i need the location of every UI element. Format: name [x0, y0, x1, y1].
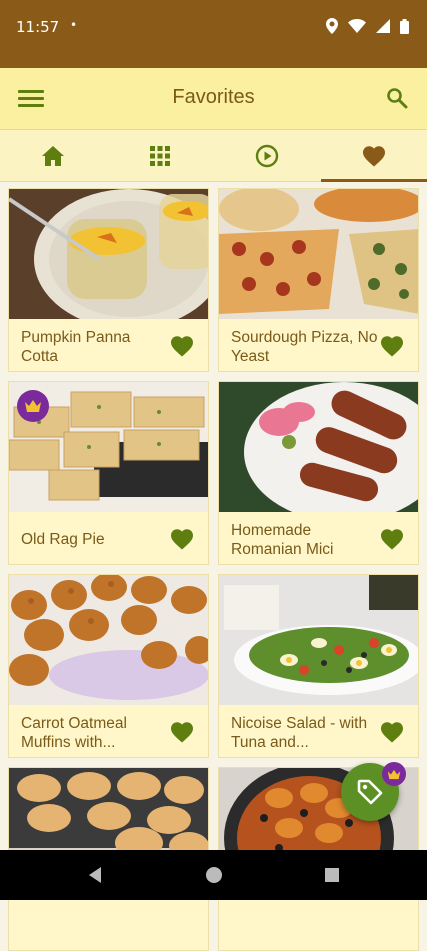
status-dot: • [70, 18, 78, 32]
wifi-icon [348, 19, 366, 33]
favorite-heart-icon[interactable] [380, 335, 404, 357]
recipe-title: Old Rag Pie [21, 531, 105, 548]
favorite-heart-icon[interactable] [380, 721, 404, 743]
crown-icon [25, 400, 41, 412]
recipe-card[interactable]: Carrot Oatmeal Muffins with... [8, 574, 209, 758]
recipe-card[interactable]: Sourdough Pizza, No Yeast [218, 188, 419, 372]
recipe-card[interactable]: Old Rag Pie [8, 381, 209, 565]
search-button[interactable] [385, 86, 409, 110]
signal-icon [376, 19, 390, 33]
status-bar: 11:57 • [0, 0, 427, 68]
recipe-image [219, 575, 418, 705]
recipe-image [219, 189, 418, 319]
crown-icon [387, 769, 401, 779]
recipe-image [9, 575, 208, 705]
back-icon[interactable] [86, 865, 106, 885]
tab-home[interactable] [0, 130, 106, 182]
heart-icon [363, 146, 385, 167]
home-icon [42, 146, 64, 166]
recents-icon[interactable] [322, 865, 342, 885]
favorite-heart-icon[interactable] [170, 528, 194, 550]
play-circle-icon [255, 144, 279, 168]
battery-icon [400, 18, 409, 34]
premium-badge [17, 390, 49, 422]
recipe-card[interactable]: Pumpkin Panna Cotta [8, 188, 209, 372]
recipe-image [9, 189, 208, 319]
tab-bar [0, 130, 427, 182]
recipe-title: Sourdough Pizza, No Yeast [231, 329, 378, 365]
app-bar: Favorites [0, 68, 427, 130]
tag-icon [357, 779, 383, 805]
favorite-heart-icon[interactable] [170, 721, 194, 743]
premium-badge [382, 762, 406, 786]
recipe-title: Pumpkin Panna Cotta [21, 329, 131, 365]
recipe-title: Carrot Oatmeal Muffins with... [21, 715, 127, 751]
tab-videos[interactable] [214, 130, 320, 182]
recipe-image [219, 382, 418, 512]
tab-categories[interactable] [107, 130, 213, 182]
recipe-title: Nicoise Salad - with Tuna and... [231, 715, 368, 751]
favorite-heart-icon[interactable] [170, 335, 194, 357]
system-nav-bar [0, 850, 427, 900]
recipe-title: Homemade Romanian Mici [231, 522, 334, 558]
status-icons [326, 18, 409, 34]
favorite-heart-icon[interactable] [380, 528, 404, 550]
recipe-card[interactable]: Homemade Romanian Mici [218, 381, 419, 565]
status-time: 11:57 [16, 18, 60, 36]
page-title: Favorites [172, 86, 255, 108]
tab-favorites[interactable] [321, 130, 427, 182]
grid-icon [150, 146, 170, 166]
location-icon [326, 18, 338, 34]
recipe-card[interactable]: Nicoise Salad - with Tuna and... [218, 574, 419, 758]
search-icon [387, 88, 408, 109]
home-nav-icon[interactable] [204, 865, 224, 885]
